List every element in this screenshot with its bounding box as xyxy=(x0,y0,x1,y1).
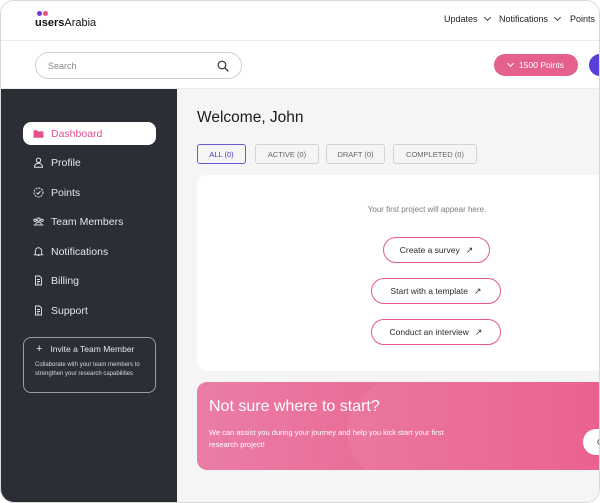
sidebar-item-support[interactable]: Support xyxy=(23,299,156,322)
tab-all[interactable]: ALL (0) xyxy=(197,144,246,164)
arrow-up-right-icon: ↗ xyxy=(473,285,482,296)
tab-completed[interactable]: COMPLETED (0) xyxy=(393,144,477,164)
conduct-interview-button[interactable]: Conduct an interview ↗ xyxy=(371,319,501,345)
chevron-down-icon xyxy=(553,13,562,22)
sidebar-item-billing[interactable]: Billing xyxy=(23,269,156,292)
invite-title-label: Invite a Team Member xyxy=(50,344,135,354)
sidebar-item-label: Notifications xyxy=(51,245,109,258)
points-button-label: 1500 Points xyxy=(519,60,564,70)
chevron-down-icon xyxy=(483,13,491,22)
nav-points-label: Points xyxy=(570,14,596,24)
conduct-interview-label: Conduct an interview xyxy=(389,327,469,337)
sidebar-item-label: Points xyxy=(51,186,81,199)
primary-action-button[interactable] xyxy=(589,54,599,76)
sidebar-item-label: Profile xyxy=(51,156,81,169)
folder-icon xyxy=(33,128,44,139)
sidebar-item-notifications[interactable]: Notifications xyxy=(23,240,156,263)
badge-icon xyxy=(33,187,44,198)
nav-updates[interactable]: Updates xyxy=(444,13,491,24)
sidebar-item-team-members[interactable]: Team Members xyxy=(23,210,156,233)
create-survey-button[interactable]: Create a survey ↗ xyxy=(383,237,490,263)
invite-team-member-card[interactable]: + Invite a Team Member Collaborate with … xyxy=(23,337,156,393)
sidebar-item-dashboard[interactable]: Dashboard xyxy=(23,122,156,145)
logo-text: usersArabia xyxy=(35,17,97,29)
sidebar-item-label: Billing xyxy=(51,274,80,287)
sidebar-item-label: Dashboard xyxy=(51,127,103,140)
help-banner: Not sure where to start? We can assist y… xyxy=(197,382,599,470)
sidebar-item-label: Support xyxy=(51,304,88,317)
sidebar-item-profile[interactable]: Profile xyxy=(23,151,156,174)
empty-state-text: Your first project will appear here. xyxy=(367,205,487,214)
sidebar: Dashboard Profile Points Team Members No… xyxy=(1,89,177,502)
invite-title: + Invite a Team Member xyxy=(36,343,135,355)
banner-decoration xyxy=(347,382,599,470)
create-survey-label: Create a survey xyxy=(399,245,460,255)
page-title: Welcome, John xyxy=(197,109,304,126)
start-with-template-button[interactable]: Start with a template ↗ xyxy=(371,278,501,304)
banner-title: Not sure where to start? xyxy=(209,398,380,415)
billing-icon xyxy=(33,275,44,286)
arrow-up-right-icon: ↗ xyxy=(465,244,474,255)
header-bar: 1500 Points xyxy=(1,41,599,89)
nav-updates-label: Updates xyxy=(444,14,478,24)
invite-description: Collaborate with your team members to st… xyxy=(35,362,140,377)
banner-description: We can assist you during your journey an… xyxy=(209,428,444,449)
tab-draft[interactable]: DRAFT (0) xyxy=(326,144,385,164)
arrow-up-right-icon: ↗ xyxy=(474,326,483,337)
support-icon xyxy=(33,305,44,316)
points-button[interactable]: 1500 Points xyxy=(494,54,578,76)
nav-notifications[interactable]: Notifications xyxy=(499,13,562,24)
nav-points[interactable]: Points xyxy=(570,14,595,24)
team-icon xyxy=(33,216,44,227)
plus-icon: + xyxy=(36,343,43,355)
sidebar-item-label: Team Members xyxy=(51,215,124,228)
search-box xyxy=(35,52,242,79)
top-bar: usersArabia Updates Notifications Points xyxy=(1,1,599,41)
start-with-template-label: Start with a template xyxy=(390,286,468,296)
search-icon[interactable] xyxy=(217,60,229,72)
user-icon xyxy=(33,157,44,168)
tab-active[interactable]: ACTIVE (0) xyxy=(255,144,319,164)
bell-icon xyxy=(33,246,44,257)
projects-card: Your first project will appear here. Cre… xyxy=(197,175,599,371)
chevron-down-icon xyxy=(507,59,515,68)
main-content: Welcome, John ALL (0) ACTIVE (0) DRAFT (… xyxy=(177,89,599,502)
sidebar-item-points[interactable]: Points xyxy=(23,181,156,204)
search-input[interactable] xyxy=(48,59,208,73)
nav-notifications-label: Notifications xyxy=(499,14,549,24)
app-window: usersArabia Updates Notifications Points… xyxy=(0,0,600,503)
